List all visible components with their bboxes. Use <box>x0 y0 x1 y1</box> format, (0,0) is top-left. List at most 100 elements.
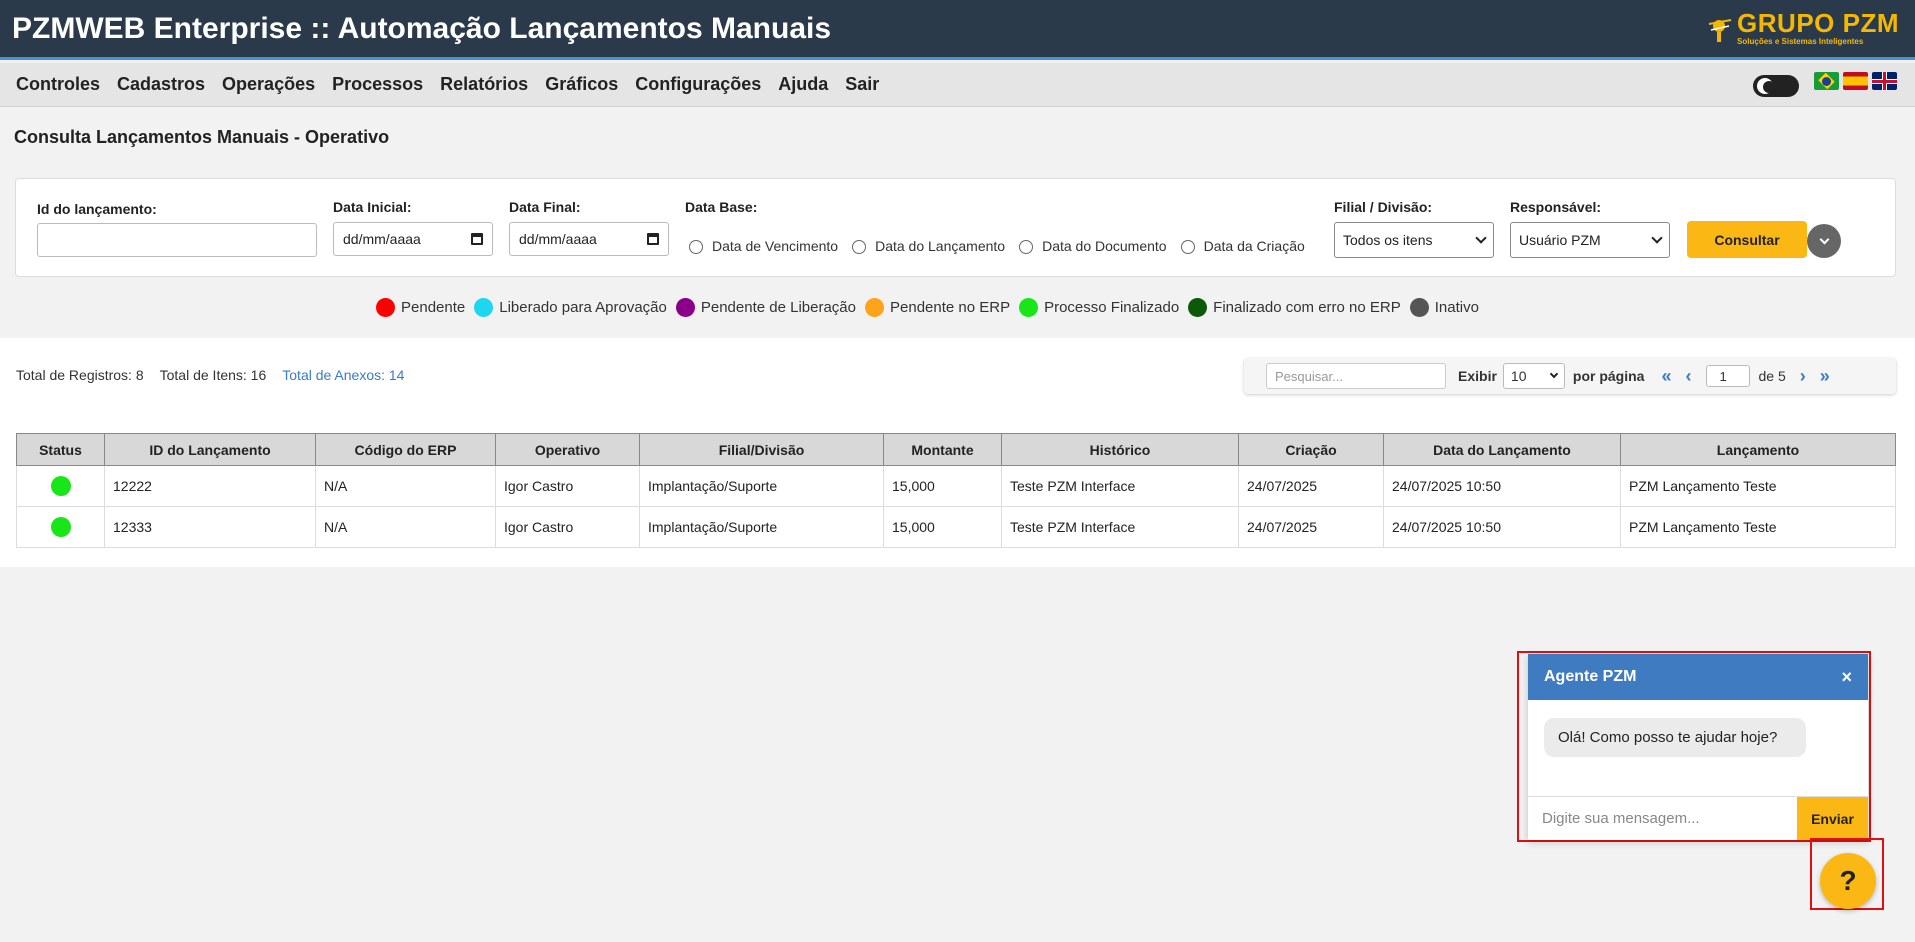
column-header-id[interactable]: ID do Lançamento <box>104 433 316 466</box>
branch-select[interactable]: Todos os itens <box>1334 222 1494 258</box>
column-header-montante[interactable]: Montante <box>883 433 1002 466</box>
previous-page-button[interactable]: ‹ <box>1685 366 1691 387</box>
calendar-icon[interactable] <box>647 233 659 245</box>
cell-data-lancamento: 24/07/2025 10:50 <box>1383 506 1621 548</box>
start-date-field[interactable]: dd/mm/aaaa <box>333 222 493 256</box>
chat-title: Agente PZM <box>1544 668 1637 685</box>
menu-item-configuracoes[interactable]: Configurações <box>635 74 761 95</box>
status-cell <box>16 465 105 507</box>
legend-dot <box>1409 298 1429 317</box>
logo-tagline: Soluções e Sistemas Inteligentes <box>1737 37 1864 46</box>
main-menu: Controles Cadastros Operações Processos … <box>16 74 879 95</box>
chevron-down-icon <box>1549 369 1559 379</box>
radio-data-lancamento[interactable]: Data do Lançamento <box>852 238 1005 254</box>
column-header-operativo[interactable]: Operativo <box>495 433 640 466</box>
legend-item-pendente-erp: Pendente no ERP <box>865 298 1010 317</box>
end-date-value: dd/mm/aaaa <box>519 231 597 247</box>
last-page-button[interactable]: » <box>1820 366 1830 387</box>
menu-item-controles[interactable]: Controles <box>16 74 100 95</box>
menu-item-ajuda[interactable]: Ajuda <box>778 74 828 95</box>
logo-name: GRUPO PZM <box>1737 8 1899 38</box>
branch-select-value: Todos os itens <box>1343 232 1433 248</box>
table-row[interactable]: 12222 N/A Igor Castro Implantação/Suport… <box>16 465 1896 507</box>
menu-item-operacoes[interactable]: Operações <box>222 74 315 95</box>
cell-montante: 15,000 <box>883 506 1002 548</box>
page-title: Consulta Lançamentos Manuais - Operativo <box>14 127 390 147</box>
app-title: PZMWEB Enterprise :: Automação Lançament… <box>12 12 832 45</box>
legend-item-liberado: Liberado para Aprovação <box>474 298 667 317</box>
close-icon[interactable]: × <box>1841 667 1852 688</box>
legend-dot <box>1019 298 1039 317</box>
send-button[interactable]: Enviar <box>1797 797 1868 840</box>
cell-filial: Implantação/Suporte <box>639 465 884 507</box>
radio-data-vencimento[interactable]: Data de Vencimento <box>689 238 838 254</box>
menu-item-sair[interactable]: Sair <box>845 74 879 95</box>
cell-historico: Teste PZM Interface <box>1001 506 1239 548</box>
menu-item-graficos[interactable]: Gráficos <box>545 74 618 95</box>
cell-operativo: Igor Castro <box>495 506 640 548</box>
radio-data-criacao[interactable]: Data da Criação <box>1180 238 1305 254</box>
brazil-flag-icon[interactable] <box>1814 72 1839 90</box>
id-input[interactable] <box>37 223 317 257</box>
pagination-bar: Pesquisar... Exibir 10 por página « ‹ 1 … <box>1244 358 1896 394</box>
search-input[interactable]: Pesquisar... <box>1266 363 1446 389</box>
status-cell <box>16 506 105 548</box>
chat-widget: Agente PZM × Olá! Como posso te ajudar h… <box>1528 654 1868 840</box>
total-items: Total de Itens: 16 <box>159 367 267 383</box>
calendar-icon[interactable] <box>471 233 483 245</box>
consultar-button[interactable]: Consultar <box>1687 221 1807 258</box>
chat-messages: Olá! Como posso te ajudar hoje? <box>1528 700 1868 796</box>
legend-item-finalizado: Processo Finalizado <box>1019 298 1179 317</box>
column-header-status[interactable]: Status <box>16 433 105 466</box>
spain-flag-icon[interactable] <box>1843 72 1868 90</box>
status-legend: Pendente Liberado para Aprovação Pendent… <box>376 298 1488 317</box>
date-base-radio-group: Data de Vencimento Data do Lançamento Da… <box>689 238 1319 254</box>
chat-footer: Digite sua mensagem... Enviar <box>1528 796 1868 840</box>
column-header-criacao[interactable]: Criação <box>1238 433 1384 466</box>
per-page-select[interactable]: 10 <box>1502 363 1565 389</box>
cell-lancamento: PZM Lançamento Teste <box>1620 465 1896 507</box>
main-menu-bar: Controles Cadastros Operações Processos … <box>0 63 1915 107</box>
chevron-down-icon <box>1651 232 1663 244</box>
date-base-label: Data Base: <box>685 199 758 215</box>
column-header-historico[interactable]: Histórico <box>1001 433 1239 466</box>
uk-flag-icon[interactable] <box>1872 72 1897 90</box>
chevron-down-icon <box>1819 234 1829 244</box>
page-number-input[interactable]: 1 <box>1706 365 1751 387</box>
logo-icon <box>1708 19 1732 42</box>
column-header-erp[interactable]: Código do ERP <box>315 433 496 466</box>
start-date-label: Data Inicial: <box>333 199 412 215</box>
menu-item-processos[interactable]: Processos <box>332 74 423 95</box>
chat-header: Agente PZM × <box>1528 654 1868 700</box>
column-header-filial[interactable]: Filial/Divisão <box>639 433 884 466</box>
radio-data-documento[interactable]: Data do Documento <box>1019 238 1167 254</box>
dark-mode-toggle[interactable] <box>1753 75 1799 97</box>
first-page-button[interactable]: « <box>1661 366 1671 387</box>
chevron-down-icon <box>1475 232 1487 244</box>
cell-data-lancamento: 24/07/2025 10:50 <box>1383 465 1621 507</box>
legend-dot <box>865 298 884 317</box>
next-page-button[interactable]: › <box>1800 366 1806 387</box>
column-header-lancamento[interactable]: Lançamento <box>1620 433 1896 466</box>
menu-item-relatorios[interactable]: Relatórios <box>440 74 528 95</box>
cell-erp: N/A <box>315 506 496 548</box>
table-row[interactable]: 12333 N/A Igor Castro Implantação/Suport… <box>16 506 1896 548</box>
page-count: de 5 <box>1758 368 1786 384</box>
responsible-select[interactable]: Usuário PZM <box>1510 222 1670 258</box>
show-label: Exibir <box>1458 368 1497 384</box>
responsible-select-value: Usuário PZM <box>1519 232 1601 248</box>
total-attachments-link[interactable]: Total de Anexos: 14 <box>282 367 404 383</box>
cell-filial: Implantação/Suporte <box>639 506 884 548</box>
column-header-data-lancamento[interactable]: Data do Lançamento <box>1383 433 1621 466</box>
cell-lancamento: PZM Lançamento Teste <box>1620 506 1896 548</box>
expand-filters-button[interactable] <box>1807 224 1841 258</box>
menu-item-cadastros[interactable]: Cadastros <box>117 74 205 95</box>
table-header-row: Status ID do Lançamento Código do ERP Op… <box>16 433 1896 466</box>
chat-message-input[interactable]: Digite sua mensagem... <box>1528 797 1797 840</box>
end-date-field[interactable]: dd/mm/aaaa <box>509 222 669 256</box>
cell-operativo: Igor Castro <box>495 465 640 507</box>
help-button[interactable]: ? <box>1820 853 1876 909</box>
legend-dot <box>376 298 395 317</box>
legend-item-pendente-liberacao: Pendente de Liberação <box>675 298 856 317</box>
legend-dot <box>675 298 695 317</box>
